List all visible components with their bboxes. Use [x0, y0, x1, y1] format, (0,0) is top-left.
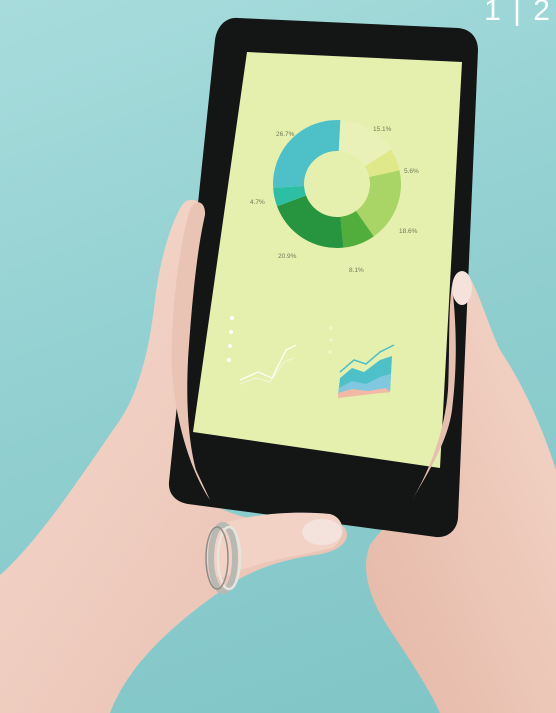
donut-label: 15.1%: [373, 126, 392, 133]
thumb-nail: [302, 519, 342, 545]
donut-label: 18.6%: [399, 228, 418, 235]
finger-nail: [452, 271, 472, 305]
photo-scene: 26.7% 15.1% 5.6% 18.6% 8.1% 20.9% 4.7% 1…: [0, 0, 556, 713]
phone-icon: [168, 17, 479, 538]
donut-label: 4.7%: [250, 199, 265, 206]
corner-text: 1 | 2: [484, 0, 552, 27]
donut-label: 26.7%: [276, 131, 295, 138]
phone-photo: 26.7% 15.1% 5.6% 18.6% 8.1% 20.9% 4.7%: [0, 17, 556, 713]
donut-label: 8.1%: [349, 267, 364, 274]
donut-label: 20.9%: [278, 253, 297, 260]
donut-label: 5.6%: [404, 168, 419, 175]
